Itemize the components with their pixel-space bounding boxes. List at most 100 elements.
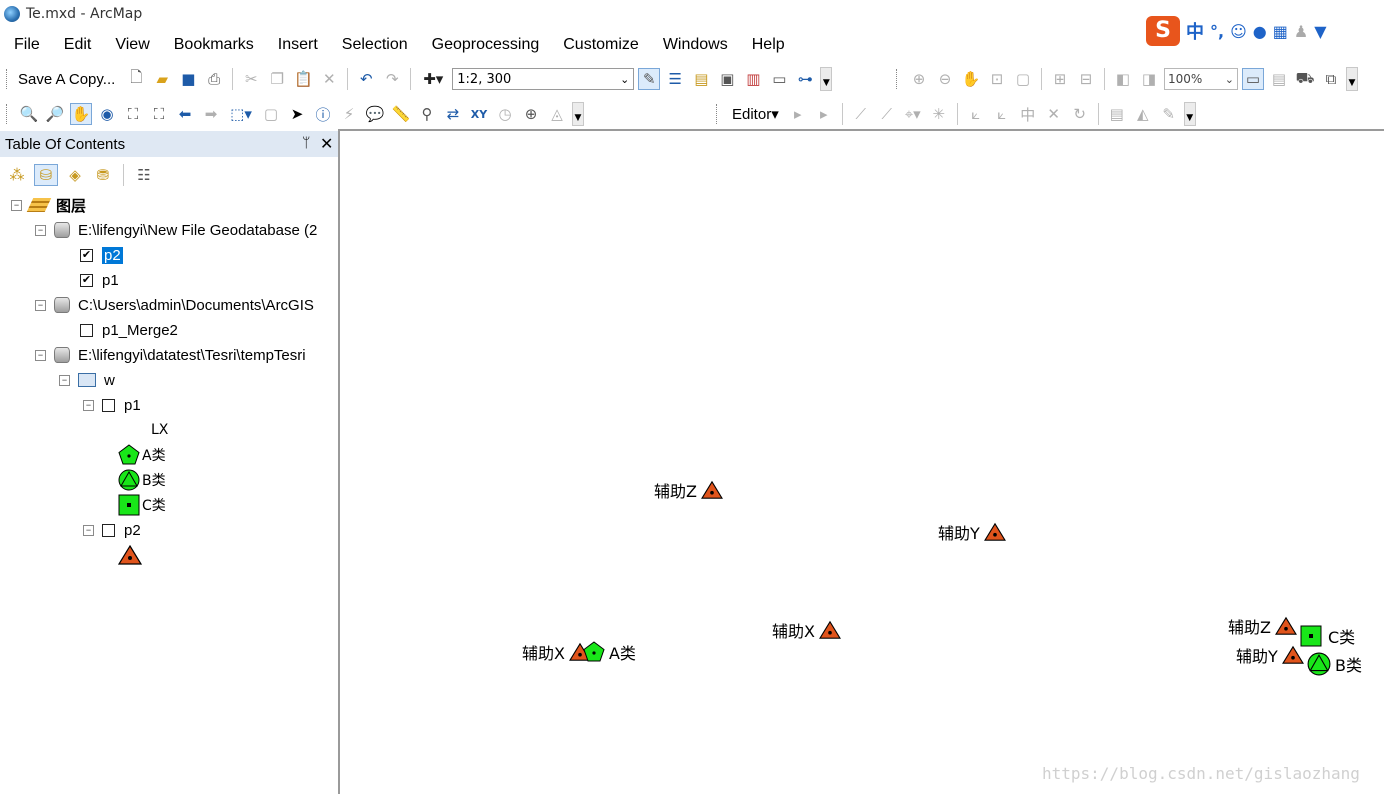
pin-icon[interactable]: ᛘ (302, 135, 310, 151)
sketch-properties-icon[interactable]: ◭ (1132, 103, 1154, 125)
menu-selection[interactable]: Selection (328, 34, 418, 58)
copy-icon[interactable]: ❐ (266, 68, 288, 90)
toc-options-icon[interactable]: ☷ (133, 164, 155, 186)
menu-geoprocessing[interactable]: Geoprocessing (418, 34, 550, 58)
rotate-tool-icon[interactable]: ↻ (1069, 103, 1091, 125)
editor-menu-button[interactable]: Editor▾ (732, 105, 779, 123)
collapse-icon[interactable]: − (83, 524, 94, 536)
go-back-arrow-icon[interactable]: ⬅ (174, 103, 196, 125)
redo-icon[interactable]: ↷ (381, 68, 403, 90)
menu-customize[interactable]: Customize (549, 34, 649, 58)
layer-visibility-checkbox[interactable] (102, 523, 115, 537)
cut-icon[interactable]: ✂ (240, 68, 262, 90)
map-scale-combo[interactable]: 1:2, 300 ⌄ (452, 68, 635, 90)
data-source-node[interactable]: − C:\Users\admin\Documents\ArcGIS (35, 294, 314, 316)
toolbar-grip[interactable] (896, 69, 900, 89)
map-feature[interactable]: C类 (1300, 624, 1355, 648)
reshape-feature-icon[interactable]: ⟀ (991, 103, 1013, 125)
layout-zoom-out-icon[interactable]: ⊖ (934, 68, 956, 90)
toolbar-overflow-chevron[interactable]: ▼ (1346, 67, 1358, 91)
list-by-drawing-order-icon[interactable]: ⁂ (6, 164, 28, 186)
html-popup-icon[interactable]: 💬 (364, 103, 386, 125)
data-source-node[interactable]: − E:\lifengyi\New File Geodatabase (2 (35, 219, 317, 241)
keyboard-icon[interactable]: ▦ (1273, 22, 1288, 41)
attributes-icon[interactable]: ▤ (1106, 103, 1128, 125)
map-feature[interactable]: 辅助X A类 (522, 640, 636, 664)
zoom-in-icon[interactable]: 🔍 (18, 103, 40, 125)
catalog-window-icon[interactable]: ▤ (690, 68, 712, 90)
endpoint-arc-icon[interactable]: ⟋ (876, 103, 898, 125)
arctoolbox-icon[interactable]: ▥ (742, 68, 764, 90)
print-icon[interactable]: ⎙ (203, 68, 225, 90)
legend-class-a[interactable]: A类 (118, 444, 166, 466)
list-by-source-icon[interactable]: ⛁ (34, 164, 58, 186)
layer-node[interactable]: p1_Merge2 (80, 319, 178, 341)
layer-node[interactable]: ✔ p2 (80, 244, 123, 266)
list-by-selection-icon[interactable]: ⛃ (92, 164, 114, 186)
swipe-layer-icon[interactable]: ◬ (546, 103, 568, 125)
menu-help[interactable]: Help (738, 34, 795, 58)
layer-visibility-checkbox[interactable]: ✔ (80, 248, 93, 262)
open-folder-icon[interactable]: ▰ (151, 68, 173, 90)
menu-view[interactable]: View (101, 34, 159, 58)
group-layer-node[interactable]: − w (59, 369, 115, 391)
find-binoculars-icon[interactable]: ⚲ (416, 103, 438, 125)
emoji-icon[interactable]: ☺ (1230, 22, 1247, 41)
full-extent-globe-icon[interactable]: ◉ (96, 103, 118, 125)
toolbar-grip[interactable] (6, 104, 10, 124)
legend-class-b[interactable]: B类 (118, 469, 166, 491)
select-elements-arrow-icon[interactable]: ➤ (286, 103, 308, 125)
ime-language-indicator[interactable]: 中 (1186, 18, 1204, 44)
save-icon[interactable]: ■ (177, 68, 199, 90)
legend-symbol[interactable] (118, 544, 144, 566)
layer-name[interactable]: p1_Merge2 (102, 322, 178, 339)
zoom-out-icon[interactable]: 🔎 (44, 103, 66, 125)
search-window-icon[interactable]: ▣ (716, 68, 738, 90)
layout-zoom-in-icon[interactable]: ⊕ (908, 68, 930, 90)
table-of-contents-icon[interactable]: ☰ (664, 68, 686, 90)
tree-root-node[interactable]: − 图层 (11, 194, 86, 216)
time-slider-icon[interactable]: ◷ (494, 103, 516, 125)
go-back-extent-icon[interactable]: ◧ (1112, 68, 1134, 90)
fixed-zoom-in-icon[interactable]: ⊞ (1049, 68, 1071, 90)
collapse-icon[interactable]: − (35, 299, 46, 311)
change-layout-icon[interactable]: ⛟ (1294, 68, 1316, 90)
microphone-icon[interactable]: ● (1253, 22, 1267, 41)
layer-name[interactable]: w (104, 372, 115, 389)
close-icon[interactable]: ✕ (320, 134, 333, 153)
layer-name[interactable]: p2 (124, 522, 141, 539)
collapse-icon[interactable]: − (35, 349, 46, 361)
edit-vertices-icon[interactable]: ⟀ (965, 103, 987, 125)
map-feature[interactable]: 辅助Z (654, 478, 723, 502)
toggle-draft-mode-icon[interactable]: ▭ (1242, 68, 1264, 90)
hyperlink-icon[interactable]: ⚡ (338, 103, 360, 125)
fixed-zoom-out-icon[interactable]: ⛶ (148, 103, 170, 125)
paste-icon[interactable]: 📋 (292, 68, 314, 90)
collapse-icon[interactable]: − (59, 374, 70, 386)
new-document-icon[interactable]: 🗋 (125, 68, 147, 90)
focus-data-frame-icon[interactable]: ▤ (1268, 68, 1290, 90)
zoom-100-percent-icon[interactable]: ▢ (1012, 68, 1034, 90)
edit-annotation-icon[interactable]: ▸ (813, 103, 835, 125)
toolbar-overflow-chevron[interactable]: ▼ (1183, 102, 1196, 126)
skin-shirt-icon[interactable]: ▼ (1314, 22, 1326, 41)
edit-tool-icon[interactable]: ▸ (787, 103, 809, 125)
collapse-icon[interactable]: − (11, 199, 22, 211)
fixed-zoom-out-icon[interactable]: ⊟ (1075, 68, 1097, 90)
data-source-node[interactable]: − E:\lifengyi\datatest\Tesri\tempTesri (35, 344, 306, 366)
list-by-visibility-icon[interactable]: ◈ (64, 164, 86, 186)
menu-edit[interactable]: Edit (50, 34, 102, 58)
layout-pan-icon[interactable]: ✋ (960, 68, 982, 90)
sogou-logo-icon[interactable]: S (1146, 16, 1180, 46)
menu-insert[interactable]: Insert (264, 34, 328, 58)
toolbar-overflow-chevron[interactable]: ▼ (820, 67, 833, 91)
measure-icon[interactable]: 📏 (390, 103, 412, 125)
legend-class-c[interactable]: C类 (118, 494, 166, 516)
zoom-whole-page-icon[interactable]: ⊡ (986, 68, 1008, 90)
layer-visibility-checkbox[interactable]: ✔ (80, 273, 93, 287)
save-a-copy-button[interactable]: Save A Copy... (18, 71, 115, 88)
point-icon[interactable]: ✳ (928, 103, 950, 125)
cut-polygons-icon[interactable]: 中 (1017, 103, 1039, 125)
map-feature[interactable]: 辅助X (772, 618, 841, 642)
clear-selection-icon[interactable]: ▢ (260, 103, 282, 125)
